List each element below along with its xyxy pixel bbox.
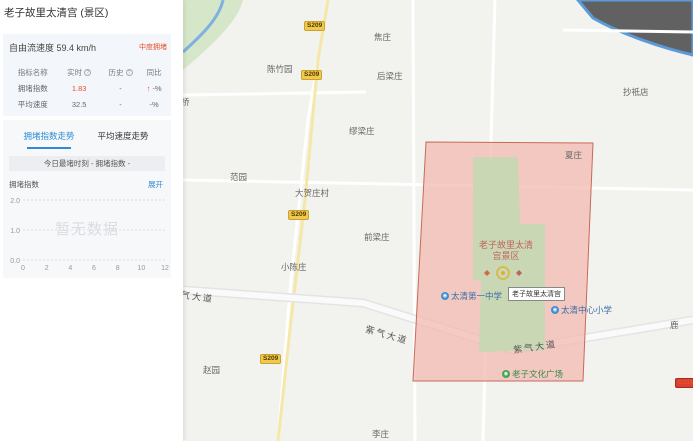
road-shield: S209 bbox=[260, 354, 282, 364]
place-label: 抄祗店 bbox=[623, 87, 649, 97]
metric-history: - bbox=[119, 99, 122, 109]
place-label: 后梁庄 bbox=[377, 71, 403, 81]
lake bbox=[576, 0, 693, 57]
location-marker-icon[interactable] bbox=[481, 263, 525, 283]
table-header-row: 指标名称 实时 ? 历史 ? 同比 bbox=[7, 64, 167, 80]
poi-plaza[interactable]: ◉ 老子文化广场 bbox=[502, 368, 563, 380]
place-label: 桥 bbox=[183, 97, 190, 107]
y-tick-label: 1.0 bbox=[10, 228, 20, 235]
table-header: 实时 ? bbox=[59, 64, 100, 80]
help-icon[interactable]: ? bbox=[125, 69, 133, 77]
metric-yoy: ↑ -% bbox=[146, 83, 162, 93]
metric-history: - bbox=[119, 83, 122, 93]
congestion-badge: 中度拥堵 bbox=[139, 44, 167, 51]
green-area bbox=[183, 0, 243, 70]
info-panel: 老子故里太清宫 (景区) 自由流速度 59.4 km/h 中度拥堵 指标名称 实… bbox=[0, 0, 183, 441]
peak-time-row: 今日最堵时刻 - 拥堵指数 - bbox=[9, 156, 165, 171]
school-pin-icon: ◉ bbox=[441, 292, 449, 300]
place-label: 前梁庄 bbox=[364, 232, 390, 242]
road-shield: S209 bbox=[301, 70, 323, 80]
map-view[interactable]: 焦庄 陈竹园 后梁庄 抄祗店 桥 缪梁庄 夏庄 范园 大贺庄村 前梁庄 小陈庄 … bbox=[183, 0, 693, 441]
metric-yoy: -% bbox=[149, 99, 159, 109]
no-data-label: 暂无数据 bbox=[55, 221, 120, 238]
park-pin-icon: ◉ bbox=[502, 370, 510, 378]
tab-congestion-trend[interactable]: 拥堵指数走势 bbox=[21, 130, 77, 142]
active-tab-indicator bbox=[27, 147, 71, 149]
metric-realtime: 1.83 bbox=[71, 83, 87, 93]
table-header: 同比 bbox=[146, 67, 162, 77]
place-label: 赵园 bbox=[203, 365, 221, 375]
y-tick-label: 2.0 bbox=[10, 198, 20, 205]
place-label: 焦庄 bbox=[374, 32, 392, 42]
chart-ylabel: 拥堵指数 bbox=[9, 180, 39, 189]
x-tick-label: 12 bbox=[161, 265, 169, 272]
panel-title: 老子故里太清宫 (景区) bbox=[4, 7, 109, 19]
x-tick-label: 6 bbox=[92, 265, 96, 272]
place-label: 鹿 bbox=[670, 320, 679, 330]
poi-school[interactable]: ◉ 太清第一中学 bbox=[441, 290, 502, 302]
metric-name: 拥堵指数 bbox=[17, 83, 48, 93]
metrics-table: 指标名称 实时 ? 历史 ? 同比 拥堵指数 1.83 - ↑ -% 平均速度 … bbox=[7, 64, 167, 112]
place-label: 小陈庄 bbox=[281, 262, 307, 272]
metric-realtime: 32.5 bbox=[71, 99, 87, 109]
road-shield: G311 bbox=[675, 378, 693, 388]
metric-name: 平均速度 bbox=[17, 99, 48, 109]
place-label: 李庄 bbox=[372, 429, 390, 439]
scenic-name: 老子故里太清宫景区 bbox=[478, 240, 533, 261]
help-icon[interactable]: ? bbox=[84, 69, 92, 77]
table-header: 历史 ? bbox=[100, 64, 141, 80]
y-tick-label: 0.0 bbox=[10, 258, 20, 265]
free-flow-speed: 自由流速度 59.4 km/h bbox=[9, 43, 97, 53]
arrow-up-icon: ↑ bbox=[146, 83, 151, 93]
place-label: 大贺庄村 bbox=[295, 188, 330, 198]
map-base bbox=[183, 0, 693, 441]
x-tick-label: 10 bbox=[137, 265, 145, 272]
x-tick-label: 8 bbox=[116, 265, 120, 272]
road-shield: S209 bbox=[304, 21, 326, 31]
zone-tooltip: 老子故里太清宫 bbox=[508, 287, 565, 301]
x-tick-label: 4 bbox=[68, 265, 72, 272]
table-row: 拥堵指数 1.83 - ↑ -% bbox=[7, 80, 167, 96]
expand-button[interactable]: 展开 bbox=[148, 179, 163, 190]
poi-school[interactable]: ◉ 太清中心小学 bbox=[551, 304, 612, 316]
x-tick-label: 0 bbox=[21, 265, 25, 272]
tab-speed-trend[interactable]: 平均速度走势 bbox=[95, 130, 151, 142]
metrics-box: 自由流速度 59.4 km/h 中度拥堵 指标名称 实时 ? 历史 ? 同比 拥… bbox=[3, 34, 171, 116]
place-label: 缪梁庄 bbox=[349, 126, 375, 136]
table-row: 平均速度 32.5 - -% bbox=[7, 96, 167, 112]
place-label: 范园 bbox=[230, 172, 248, 182]
school-pin-icon: ◉ bbox=[551, 306, 559, 314]
table-header: 指标名称 bbox=[17, 67, 48, 77]
road-shield: S209 bbox=[288, 210, 310, 220]
place-label: 夏庄 bbox=[565, 150, 583, 160]
x-tick-label: 2 bbox=[45, 265, 49, 272]
trend-card: 拥堵指数走势 平均速度走势 今日最堵时刻 - 拥堵指数 - 拥堵指数 展开 0.… bbox=[3, 120, 171, 278]
place-label: 陈竹园 bbox=[267, 64, 293, 74]
